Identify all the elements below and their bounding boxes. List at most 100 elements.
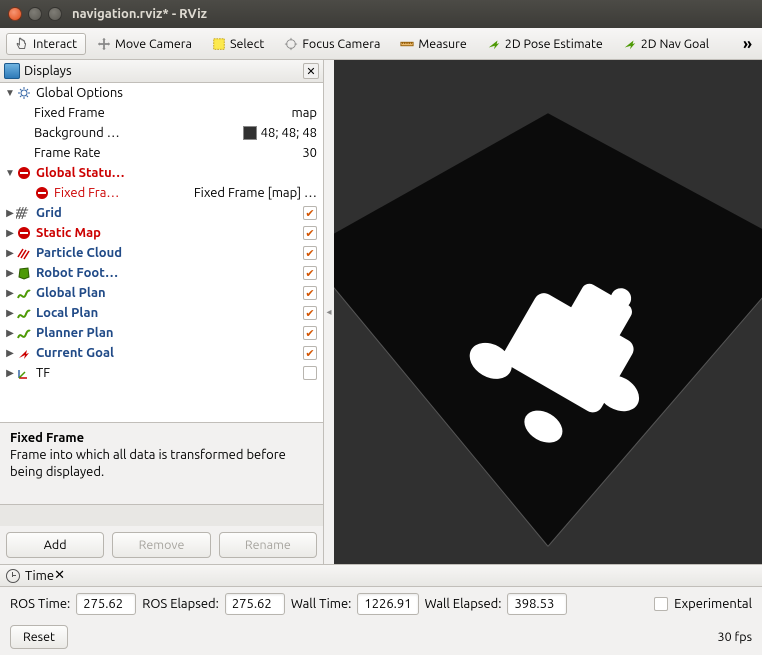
tree-label: Robot Foot…	[36, 266, 303, 280]
clock-icon	[6, 569, 20, 583]
displays-title: Displays	[24, 64, 303, 78]
grid-icon	[16, 205, 32, 221]
pose-estimate-label: 2D Pose Estimate	[505, 37, 603, 51]
visibility-checkbox[interactable]	[303, 246, 317, 260]
expand-icon[interactable]: ▶	[4, 327, 16, 339]
tree-label: Planner Plan	[36, 326, 303, 340]
nav-goal-button[interactable]: 2D Nav Goal	[614, 33, 718, 55]
tree-item-particle-cloud[interactable]: ▶ Particle Cloud	[0, 243, 323, 263]
expand-icon[interactable]: ▶	[4, 367, 16, 379]
tree-label: Global Statu…	[36, 166, 317, 180]
panel-close-button[interactable]: ✕	[303, 63, 319, 79]
expand-icon[interactable]: ▶	[4, 287, 16, 299]
ros-elapsed-field[interactable]: 275.62	[225, 593, 285, 615]
wall-time-field[interactable]: 1226.91	[357, 593, 418, 615]
wall-elapsed-field[interactable]: 398.53	[507, 593, 567, 615]
tf-icon	[16, 365, 32, 381]
collapse-icon[interactable]: ▼	[4, 167, 16, 179]
visibility-checkbox[interactable]	[303, 286, 317, 300]
remove-button[interactable]: Remove	[112, 532, 210, 558]
experimental-checkbox[interactable]	[654, 597, 668, 611]
visibility-checkbox[interactable]	[303, 226, 317, 240]
tree-label: Global Options	[36, 86, 317, 100]
visibility-checkbox[interactable]	[303, 366, 317, 380]
tree-label: Local Plan	[36, 306, 303, 320]
tree-label: Current Goal	[36, 346, 303, 360]
arrow-green-icon	[623, 37, 637, 51]
display-buttons: Add Remove Rename	[0, 526, 323, 564]
expand-icon[interactable]: ▶	[4, 347, 16, 359]
time-title: Time	[25, 569, 54, 583]
tree-item-global-plan[interactable]: ▶ Global Plan	[0, 283, 323, 303]
tree-label: Static Map	[36, 226, 303, 240]
move-camera-button[interactable]: Move Camera	[88, 33, 201, 55]
collapse-icon[interactable]: ▼	[4, 87, 16, 99]
tree-value: 48; 48; 48	[243, 126, 317, 140]
tree-label: Background …	[34, 126, 243, 140]
expand-icon[interactable]: ▶	[4, 247, 16, 259]
color-swatch	[243, 126, 257, 140]
tree-item-robot-footprint[interactable]: ▶ Robot Foot…	[0, 263, 323, 283]
select-label: Select	[230, 37, 264, 51]
tree-item-planner-plan[interactable]: ▶ Planner Plan	[0, 323, 323, 343]
toolbar-overflow-button[interactable]: »	[739, 35, 756, 53]
pose-array-icon	[16, 245, 32, 261]
visibility-checkbox[interactable]	[303, 306, 317, 320]
expand-icon[interactable]: ▶	[4, 207, 16, 219]
panel-close-button[interactable]: ✕	[54, 568, 65, 583]
tree-label: Global Plan	[36, 286, 303, 300]
ros-time-label: ROS Time:	[10, 597, 70, 611]
tree-label: Fixed Frame	[34, 106, 291, 120]
tree-item-global-status[interactable]: ▼ Global Statu…	[0, 163, 323, 183]
ros-time-field[interactable]: 275.62	[76, 593, 136, 615]
tree-value: map	[291, 106, 317, 120]
expand-icon[interactable]: ▶	[4, 267, 16, 279]
tree-label: Grid	[36, 206, 303, 220]
tree-item-background[interactable]: ▶ Background … 48; 48; 48	[0, 123, 323, 143]
tree-item-fixed-frame-status[interactable]: ▶ Fixed Fra… Fixed Frame [map] …	[0, 183, 323, 203]
maximize-icon[interactable]	[48, 7, 62, 21]
interact-button[interactable]: Interact	[6, 33, 86, 55]
focus-camera-button[interactable]: Focus Camera	[275, 33, 389, 55]
hand-icon	[15, 37, 29, 51]
tree-label: TF	[36, 366, 303, 380]
pose-estimate-button[interactable]: 2D Pose Estimate	[478, 33, 612, 55]
tree-item-tf[interactable]: ▶ TF	[0, 363, 323, 383]
visibility-checkbox[interactable]	[303, 266, 317, 280]
reset-button[interactable]: Reset	[10, 625, 68, 649]
tree-item-grid[interactable]: ▶ Grid	[0, 203, 323, 223]
minimize-icon[interactable]	[28, 7, 42, 21]
ros-elapsed-label: ROS Elapsed:	[142, 597, 219, 611]
visibility-checkbox[interactable]	[303, 326, 317, 340]
path-icon	[16, 305, 32, 321]
window-title: navigation.rviz* - RViz	[72, 7, 207, 21]
3d-viewport[interactable]	[334, 60, 762, 564]
splitter-handle[interactable]	[324, 60, 334, 564]
visibility-checkbox[interactable]	[303, 206, 317, 220]
panel-spacer	[0, 504, 323, 526]
display-icon	[4, 63, 20, 79]
tree-item-local-plan[interactable]: ▶ Local Plan	[0, 303, 323, 323]
rename-button[interactable]: Rename	[219, 532, 317, 558]
tree-item-current-goal[interactable]: ▶ Current Goal	[0, 343, 323, 363]
arrow-green-icon	[487, 37, 501, 51]
expand-icon[interactable]: ▶	[4, 307, 16, 319]
tree-item-frame-rate[interactable]: ▶ Frame Rate 30	[0, 143, 323, 163]
wall-time-label: Wall Time:	[291, 597, 352, 611]
displays-tree[interactable]: ▼ Global Options ▶ Fixed Frame map ▶ Bac…	[0, 83, 323, 422]
visibility-checkbox[interactable]	[303, 346, 317, 360]
measure-label: Measure	[418, 37, 466, 51]
add-button[interactable]: Add	[6, 532, 104, 558]
window-titlebar: navigation.rviz* - RViz	[0, 0, 762, 28]
error-icon	[16, 165, 32, 181]
displays-panel-header: Displays ✕	[0, 60, 323, 83]
select-button[interactable]: Select	[203, 33, 273, 55]
render-view	[334, 60, 762, 564]
expand-icon[interactable]: ▶	[4, 227, 16, 239]
tree-item-global-options[interactable]: ▼ Global Options	[0, 83, 323, 103]
measure-button[interactable]: Measure	[391, 33, 475, 55]
tree-item-static-map[interactable]: ▶ Static Map	[0, 223, 323, 243]
path-icon	[16, 325, 32, 341]
tree-item-fixed-frame[interactable]: ▶ Fixed Frame map	[0, 103, 323, 123]
close-icon[interactable]	[8, 7, 22, 21]
